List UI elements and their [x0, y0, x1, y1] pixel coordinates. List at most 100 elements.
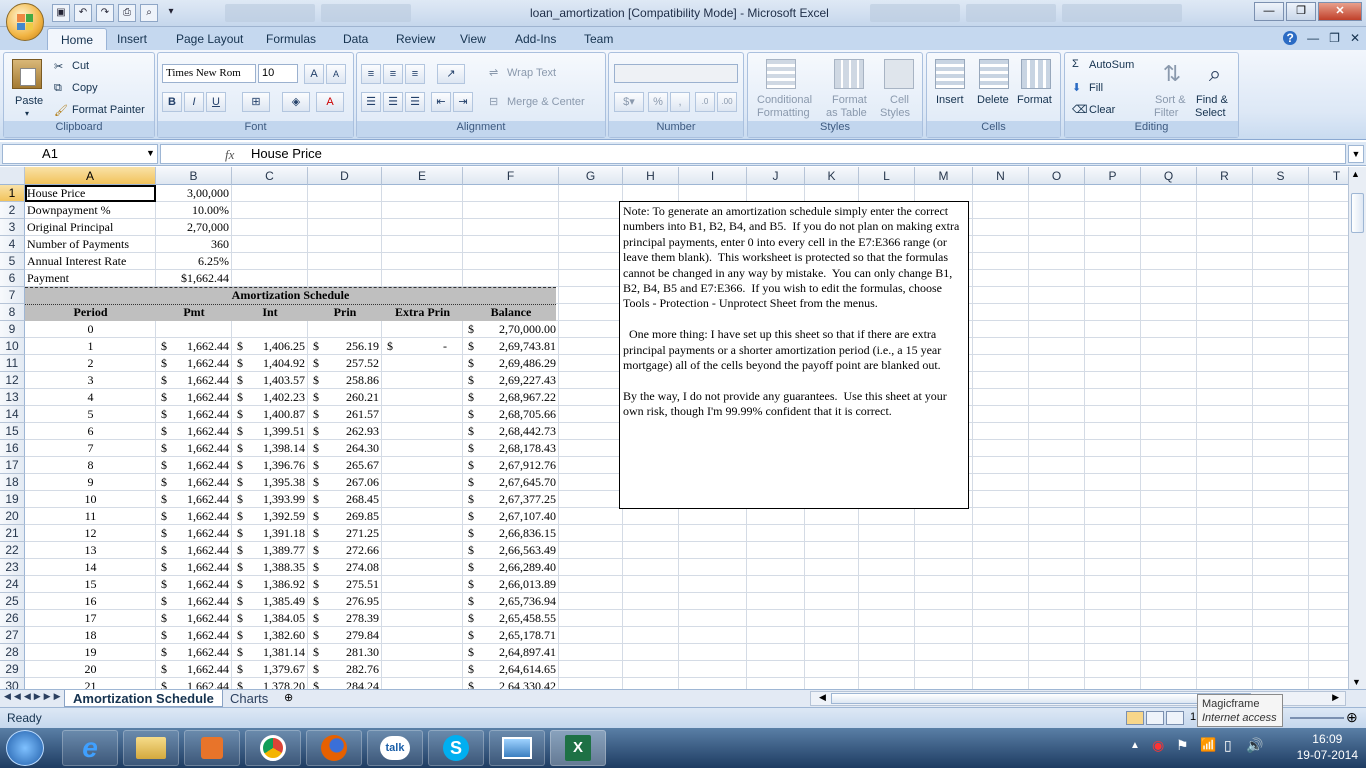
balance-cell[interactable]: 2,69,227.43: [463, 372, 559, 389]
balance-cell[interactable]: 2,70,000.00: [463, 321, 559, 338]
pmt-cell[interactable]: 1,662.44: [156, 661, 232, 678]
horizontal-scroll-thumb[interactable]: [831, 693, 1251, 704]
int-cell[interactable]: 1,384.05: [232, 610, 308, 627]
internet-explorer-icon[interactable]: e: [62, 730, 118, 766]
conditional-formatting-label-1[interactable]: Conditional: [757, 94, 812, 106]
column-header-n[interactable]: N: [973, 167, 1029, 185]
scroll-right-icon[interactable]: ▶: [1332, 692, 1339, 703]
prin-cell[interactable]: 281.30: [308, 644, 382, 661]
int-cell[interactable]: 1,398.14: [232, 440, 308, 457]
save-icon[interactable]: ▣: [52, 4, 70, 22]
period-cell[interactable]: 10: [25, 491, 156, 508]
row-header-8[interactable]: 8: [0, 304, 25, 321]
print-preview-icon[interactable]: ⎙: [118, 4, 136, 22]
currency-format-icon[interactable]: $▾: [614, 92, 644, 112]
prin-cell[interactable]: 262.93: [308, 423, 382, 440]
conditional-formatting-label-2[interactable]: Formatting: [757, 107, 810, 119]
int-cell[interactable]: 1,393.99: [232, 491, 308, 508]
comma-button[interactable]: ,: [670, 92, 690, 112]
prin-cell[interactable]: 258.86: [308, 372, 382, 389]
align-left-icon[interactable]: ☰: [361, 92, 381, 112]
tab-insert[interactable]: Insert: [117, 32, 147, 46]
name-box-dropdown-icon[interactable]: ▼: [146, 148, 155, 158]
row-header-30[interactable]: 30: [0, 678, 25, 689]
sheet-nav-arrows-icon[interactable]: ◀◀◀▶▶▶: [4, 691, 64, 702]
format-as-table-icon[interactable]: [834, 59, 864, 89]
file-explorer-icon[interactable]: [123, 730, 179, 766]
prin-cell[interactable]: 278.39: [308, 610, 382, 627]
balance-cell[interactable]: 2,68,442.73: [463, 423, 559, 440]
pmt-cell[interactable]: 1,662.44: [156, 542, 232, 559]
prin-cell[interactable]: 282.76: [308, 661, 382, 678]
pmt-cell[interactable]: 1,662.44: [156, 423, 232, 440]
row-header-5[interactable]: 5: [0, 253, 25, 270]
period-cell[interactable]: 2: [25, 355, 156, 372]
period-cell[interactable]: 19: [25, 644, 156, 661]
format-as-table-label-2[interactable]: as Table: [826, 107, 867, 119]
align-top-icon[interactable]: ≡: [361, 64, 381, 84]
balance-cell[interactable]: 2,64,330.42: [463, 678, 559, 689]
align-bottom-icon[interactable]: ≡: [405, 64, 425, 84]
int-cell[interactable]: 1,386.92: [232, 576, 308, 593]
paste-dropdown-icon[interactable]: ▾: [25, 109, 29, 118]
insert-sheet-icon[interactable]: ⊕: [284, 691, 293, 704]
prin-cell[interactable]: 276.95: [308, 593, 382, 610]
select-all-corner[interactable]: [0, 167, 25, 185]
sort-filter-icon[interactable]: ⇅: [1157, 59, 1187, 89]
delete-cells-icon[interactable]: [979, 59, 1009, 89]
pmt-cell[interactable]: 1,662.44: [156, 559, 232, 576]
tab-review[interactable]: Review: [396, 32, 435, 46]
find-select-icon[interactable]: ⌕: [1200, 59, 1230, 89]
decrease-decimal-icon[interactable]: .00: [717, 92, 737, 112]
zoom-slider[interactable]: [1290, 717, 1344, 719]
increase-indent-icon[interactable]: ⇥: [453, 92, 473, 112]
prin-cell[interactable]: 268.45: [308, 491, 382, 508]
name-box[interactable]: A1: [2, 144, 158, 164]
autosum-icon[interactable]: Σ: [1072, 58, 1079, 70]
volume-icon[interactable]: 🔊: [1246, 737, 1263, 754]
row-header-4[interactable]: 4: [0, 236, 25, 253]
delete-button[interactable]: Delete: [977, 94, 1009, 106]
fill-button[interactable]: Fill: [1089, 82, 1103, 94]
row-header-20[interactable]: 20: [0, 508, 25, 525]
prin-cell[interactable]: 275.51: [308, 576, 382, 593]
column-header-r[interactable]: R: [1197, 167, 1253, 185]
row-header-27[interactable]: 27: [0, 627, 25, 644]
formula-input[interactable]: House Price: [160, 144, 1346, 164]
int-cell[interactable]: 1,406.25: [232, 338, 308, 355]
row-header-9[interactable]: 9: [0, 321, 25, 338]
balance-cell[interactable]: 2,68,705.66: [463, 406, 559, 423]
tab-data[interactable]: Data: [343, 32, 368, 46]
clear-icon[interactable]: ⌫: [1072, 103, 1088, 116]
paste-button[interactable]: Paste: [15, 95, 43, 107]
period-cell[interactable]: 13: [25, 542, 156, 559]
column-header-t[interactable]: T: [1309, 167, 1348, 185]
pmt-cell[interactable]: 1,662.44: [156, 372, 232, 389]
note-textbox[interactable]: Note: To generate an amortization schedu…: [619, 201, 969, 509]
int-cell[interactable]: 1,400.87: [232, 406, 308, 423]
input-label[interactable]: Number of Payments: [25, 236, 156, 253]
excel-taskbar-icon[interactable]: X: [550, 730, 606, 766]
pmt-cell[interactable]: 1,662.44: [156, 389, 232, 406]
number-format-combo[interactable]: [614, 64, 738, 83]
period-cell[interactable]: 15: [25, 576, 156, 593]
balance-cell[interactable]: 2,67,912.76: [463, 457, 559, 474]
cut-icon[interactable]: ✂: [54, 60, 63, 73]
cell-styles-icon[interactable]: [884, 59, 914, 89]
balance-cell[interactable]: 2,68,178.43: [463, 440, 559, 457]
pmt-cell[interactable]: 1,662.44: [156, 457, 232, 474]
prin-cell[interactable]: 264.30: [308, 440, 382, 457]
sheet-tab-charts[interactable]: Charts: [222, 690, 276, 707]
increase-decimal-icon[interactable]: .0: [695, 92, 715, 112]
tab-home[interactable]: Home: [47, 28, 108, 51]
wrap-text-icon[interactable]: ⇌: [489, 66, 498, 79]
period-cell[interactable]: 12: [25, 525, 156, 542]
row-header-28[interactable]: 28: [0, 644, 25, 661]
row-header-22[interactable]: 22: [0, 542, 25, 559]
sort-filter-label-1[interactable]: Sort &: [1155, 94, 1186, 106]
balance-cell[interactable]: 2,67,377.25: [463, 491, 559, 508]
row-header-19[interactable]: 19: [0, 491, 25, 508]
find-select-label-2[interactable]: Select: [1195, 107, 1226, 119]
prin-cell[interactable]: 256.19: [308, 338, 382, 355]
row-header-26[interactable]: 26: [0, 610, 25, 627]
